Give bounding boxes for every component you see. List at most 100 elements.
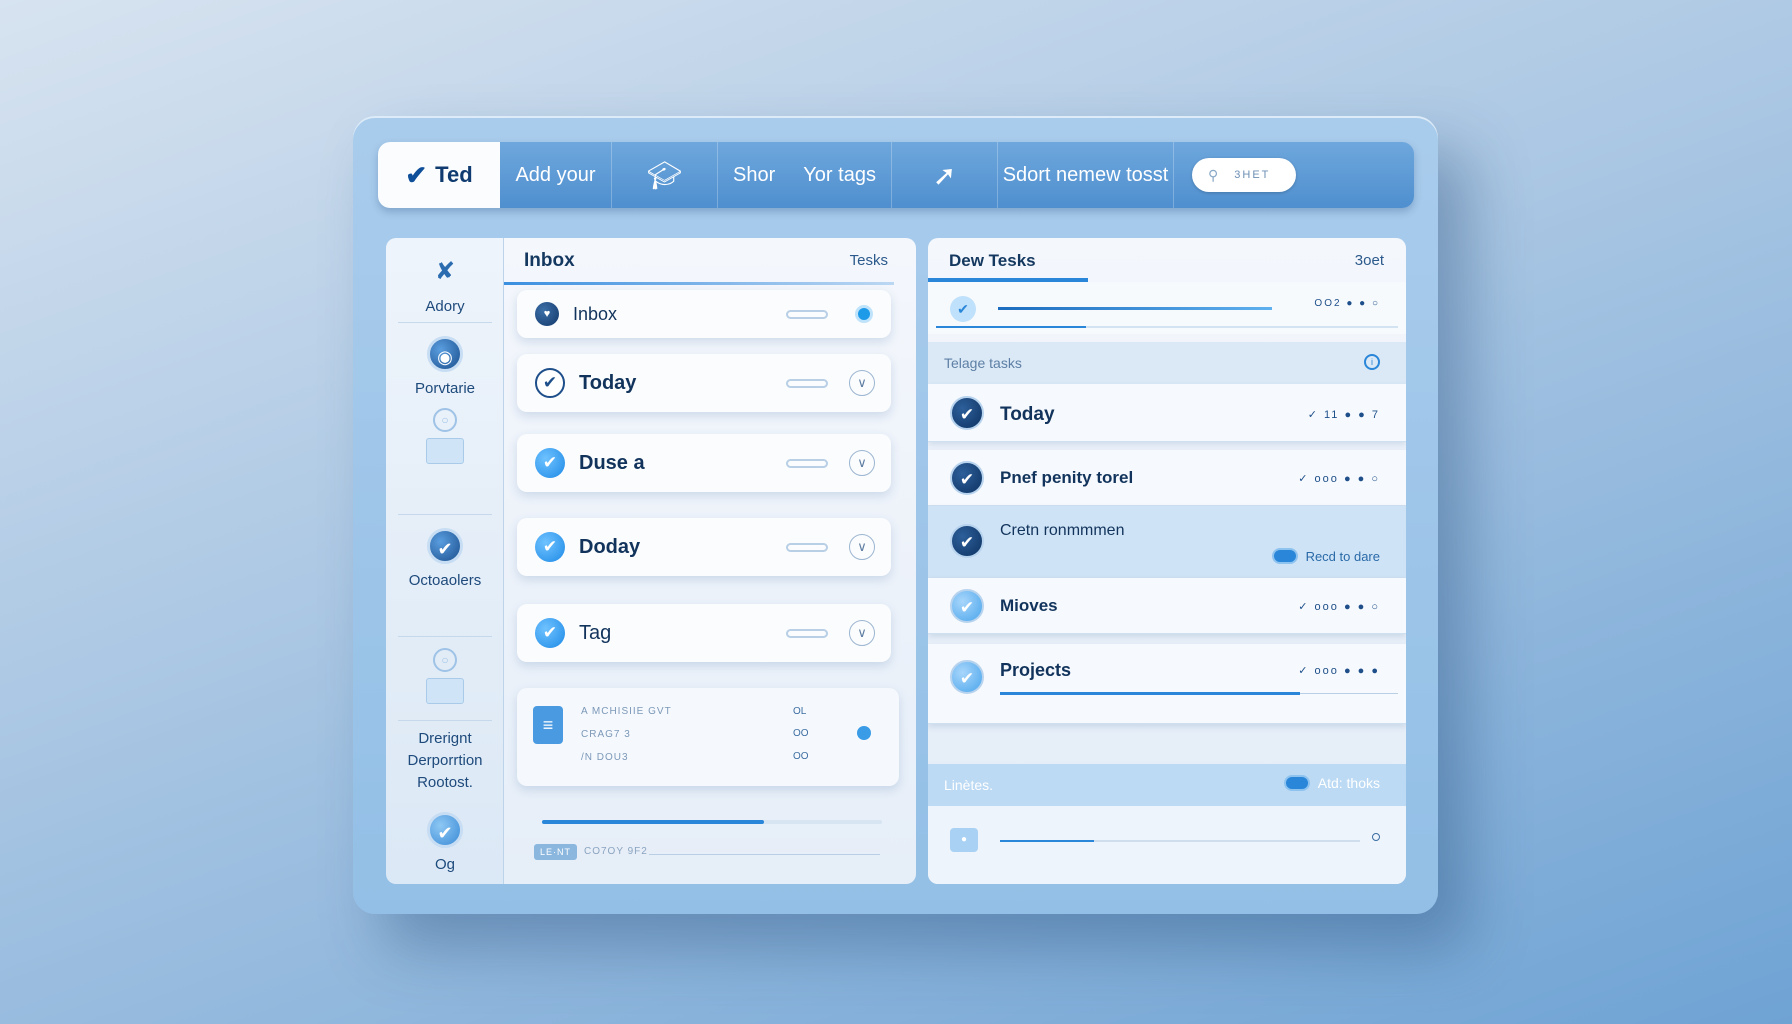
task-row[interactable]: ♥ Inbox xyxy=(517,290,891,338)
panel-underline xyxy=(504,282,894,285)
chevron-down-icon[interactable]: ∨ xyxy=(849,450,875,476)
panel-subtitle[interactable]: 3oet xyxy=(1355,252,1384,269)
sidebar-item-porvtarie[interactable]: ◉ Porvtarie xyxy=(386,336,504,397)
check-circle-icon: ✔ xyxy=(427,812,463,848)
sidebar-item-octoaolers[interactable]: ✔ Octoaolers xyxy=(386,528,504,589)
sidebar-item-archive[interactable]: ○ xyxy=(386,648,504,704)
sidebar-item-og[interactable]: ✔ Og xyxy=(386,812,504,873)
task-row[interactable]: ✔ OO2 ● ● ○ xyxy=(928,282,1406,334)
task-label: Mioves xyxy=(1000,596,1058,615)
target-icon: ◉ xyxy=(427,336,463,372)
progress-fill xyxy=(936,326,1086,328)
chevron-down-icon[interactable]: ∨ xyxy=(849,620,875,646)
chevron-down-icon[interactable]: ∨ xyxy=(849,370,875,396)
read-action[interactable]: Recd to dare xyxy=(1271,548,1380,564)
check-circle-icon[interactable]: ✔ xyxy=(950,461,984,495)
task-row[interactable]: ✔ Today ✓ 11 ● ● 7 xyxy=(928,384,1406,442)
task-label: Doday xyxy=(579,535,641,558)
progress-bar xyxy=(1000,692,1300,695)
graduation-cap-button[interactable]: 🎓︎ xyxy=(612,142,718,208)
check-circle-icon: ✔ xyxy=(427,528,463,564)
task-row[interactable]: ✔ Tag ∨ xyxy=(517,604,891,662)
note-meta: OO xyxy=(793,751,809,762)
search-icon: ⚲ xyxy=(1208,166,1221,183)
status-dot[interactable] xyxy=(855,305,873,323)
task-meta: ✓ ooo ● ● ○ xyxy=(1298,601,1380,613)
sort-button[interactable]: Sdort nemew tosst xyxy=(998,142,1174,208)
sidebar-item-label: Octoaolers xyxy=(408,572,482,589)
task-row[interactable]: ✔ Pnef penity torel ✓ ooo ● ● ○ xyxy=(928,450,1406,506)
sidebar-item-adory[interactable]: ✘ Adory xyxy=(386,254,504,315)
check-circle-icon[interactable]: ✔ xyxy=(950,589,984,623)
note-line: CRAG7 3 xyxy=(581,729,631,740)
section-header: Telage tasks i xyxy=(928,342,1406,384)
progress-track xyxy=(1000,840,1360,842)
action-label: Recd to dare xyxy=(1305,548,1380,564)
check-icon[interactable]: ✔ xyxy=(535,532,565,562)
search-input[interactable]: ⚲ 3HET xyxy=(1192,158,1296,192)
task-row[interactable]: ✔ Mioves ✓ ooo ● ● ○ xyxy=(928,578,1406,634)
task-meta: OO2 ● ● ○ xyxy=(1314,298,1380,309)
sidebar-item-label: Drerignt Derporrtion Rootost. xyxy=(407,730,483,791)
task-row[interactable]: ✔ Duse a ∨ xyxy=(517,434,891,492)
note-meta: OL xyxy=(793,706,807,717)
panel-subtitle[interactable]: Tesks xyxy=(850,252,888,269)
info-icon[interactable]: i xyxy=(1364,354,1380,370)
tools-icon: ✘ xyxy=(434,258,456,285)
footer-row[interactable]: ● xyxy=(928,806,1406,884)
check-circle-icon[interactable]: ✔ xyxy=(950,396,984,430)
task-row[interactable]: ✔ Doday ∨ xyxy=(517,518,891,576)
task-row[interactable]: ✔ Projects ✓ ooo ● ● ● xyxy=(928,644,1406,724)
sidebar: ✘ Adory ◉ Porvtarie ○ ✔ Octoaolers ○ Dre… xyxy=(386,238,504,884)
add-task-label: Add your xyxy=(515,163,596,186)
check-circle-icon[interactable]: ✔ xyxy=(950,660,984,694)
task-meta: ✓ ooo ● ● ○ xyxy=(1298,473,1380,485)
task-label: Projects xyxy=(1000,660,1072,680)
sidebar-item-inbox-tray[interactable]: ○ xyxy=(386,408,504,464)
record-icon[interactable]: ● xyxy=(950,828,978,852)
panel-title: Dew Tesks xyxy=(949,251,1036,270)
sidebar-divider xyxy=(398,514,492,515)
task-label: Today xyxy=(579,371,637,394)
app-window: ✔ Ted Add your 🎓︎ Shor Yor tags ➚ Sdort … xyxy=(353,116,1438,914)
section-header: Linètes. Atd: thoks xyxy=(928,764,1406,806)
progress-pill xyxy=(786,542,828,552)
progress-fill xyxy=(1000,840,1094,842)
top-toolbar: ✔ Ted Add your 🎓︎ Shor Yor tags ➚ Sdort … xyxy=(378,142,1414,208)
tags-link[interactable]: Yor tags xyxy=(803,164,876,187)
chevron-down-icon[interactable]: ∨ xyxy=(849,534,875,560)
task-meta: ✓ 11 ● ● 7 xyxy=(1307,409,1380,421)
tags-nav[interactable]: Shor Yor tags xyxy=(718,142,892,208)
toggle-icon[interactable] xyxy=(1283,775,1310,791)
sidebar-divider xyxy=(398,636,492,637)
check-icon[interactable]: ✔ xyxy=(950,296,976,322)
slider-handle[interactable] xyxy=(1372,833,1380,841)
sidebar-item-description[interactable]: Drerignt Derporrtion Rootost. xyxy=(386,728,504,794)
task-row[interactable]: ✔ Cretn ronmmmen Recd to dare xyxy=(928,506,1406,578)
short-link[interactable]: Shor xyxy=(733,164,775,187)
check-icon[interactable]: ✔ xyxy=(535,368,565,398)
rocket-button[interactable]: ➚ xyxy=(892,142,998,208)
check-icon[interactable]: ✔ xyxy=(535,618,565,648)
tray-icon xyxy=(426,678,464,704)
progress-track xyxy=(1300,693,1398,694)
status-dot[interactable] xyxy=(857,726,871,740)
check-icon[interactable]: ✔ xyxy=(535,448,565,478)
note-line: A MCHISIIE GVT xyxy=(581,706,672,717)
add-action[interactable]: Atd: thoks xyxy=(1283,775,1380,791)
ring-icon: ○ xyxy=(433,408,457,432)
sidebar-item-label: Og xyxy=(434,856,455,873)
check-logo-icon: ✔ xyxy=(405,159,428,190)
action-label: Atd: thoks xyxy=(1317,775,1380,791)
rocket-icon: ➚ xyxy=(932,159,957,191)
app-brand[interactable]: ✔ Ted xyxy=(378,142,500,208)
check-circle-icon[interactable]: ✔ xyxy=(950,524,984,558)
task-label: Pnef penity torel xyxy=(1000,468,1134,487)
footer-text: CO7OY 9F2 xyxy=(584,846,648,857)
task-row[interactable]: ✔ Today ∨ xyxy=(517,354,891,412)
add-task-button[interactable]: Add your xyxy=(500,142,612,208)
tray-icon xyxy=(426,438,464,464)
note-card[interactable]: ≡ A MCHISIIE GVT CRAG7 3 /N DOU3 OL OO O… xyxy=(517,688,899,786)
progress-bar xyxy=(542,820,882,824)
toggle-icon[interactable] xyxy=(1271,548,1298,564)
